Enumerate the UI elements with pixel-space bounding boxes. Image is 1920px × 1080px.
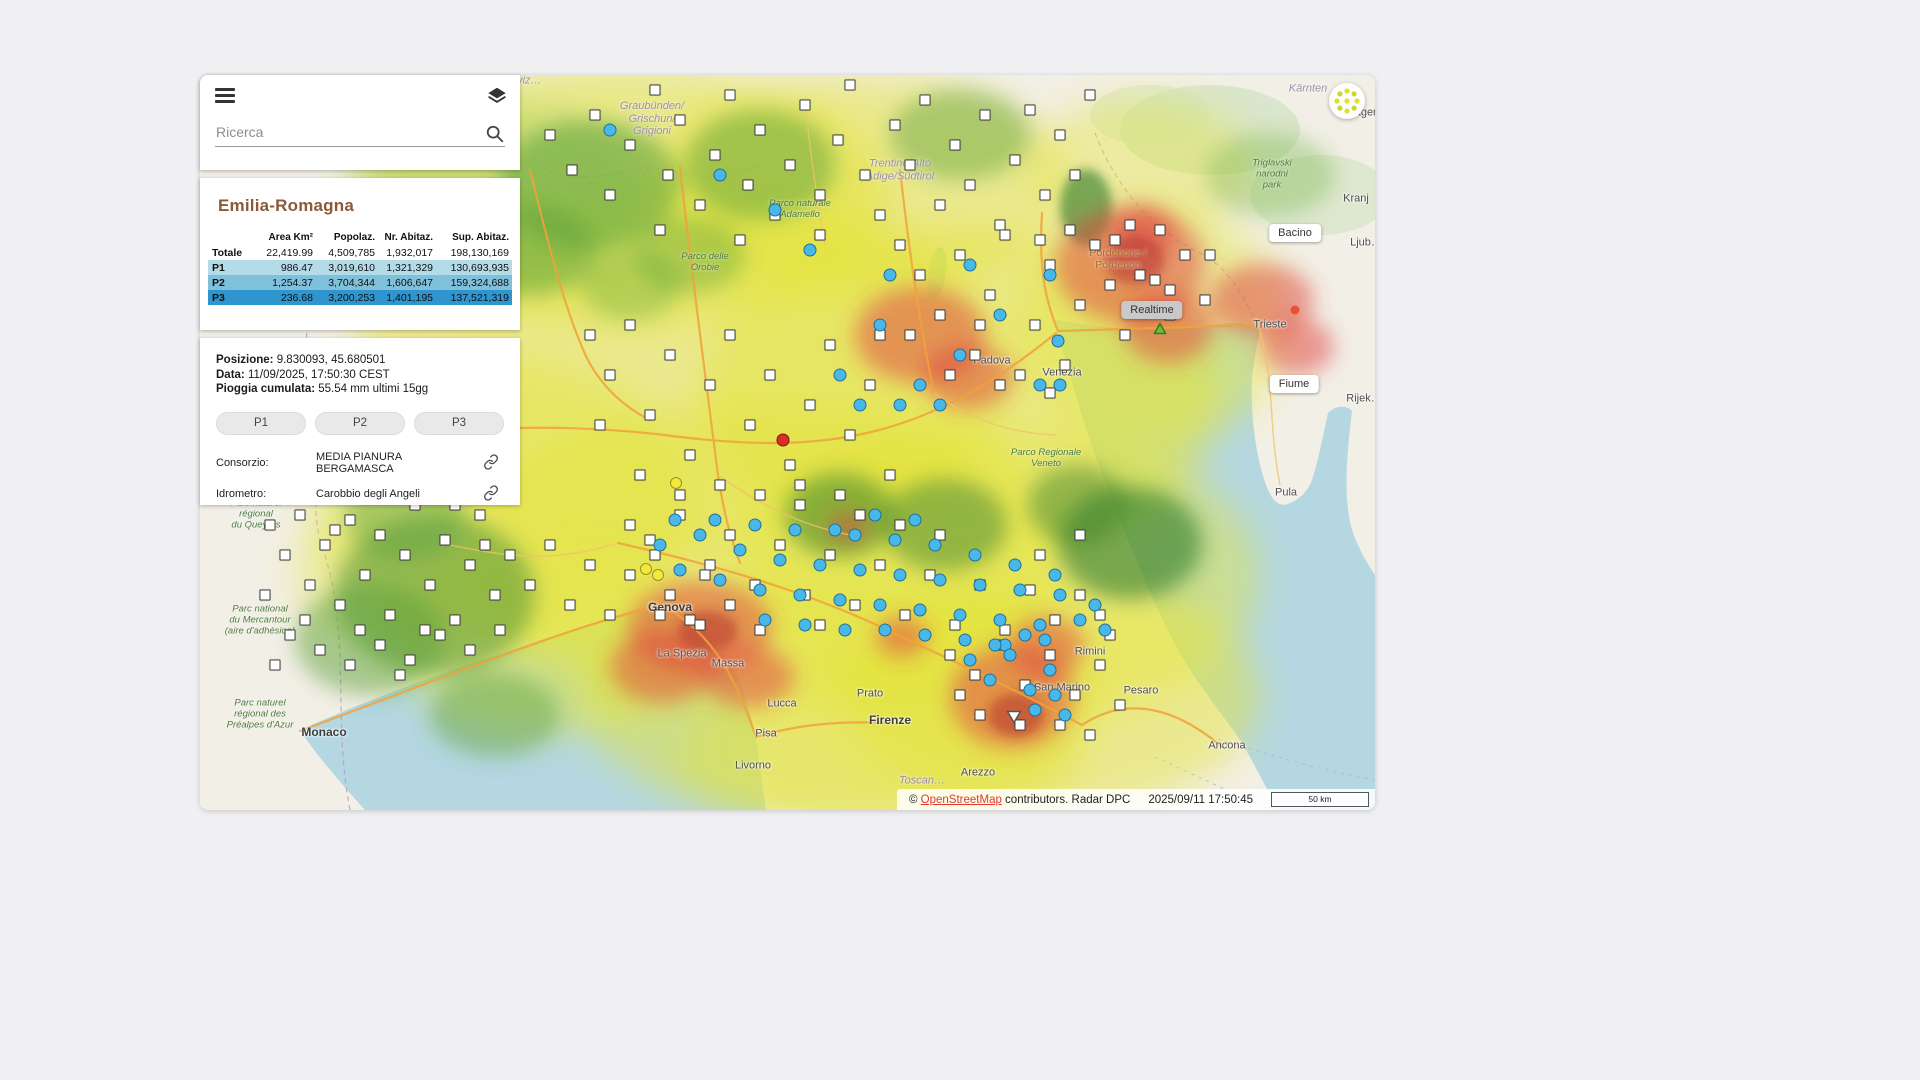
app-root: { "colors":{"p1_row":"#b3dbe8","p2_row":… [0, 0, 1920, 1080]
menu-button[interactable] [215, 88, 235, 104]
region-table-row: P3236.683,200,2531,401,195137,521,319 [208, 290, 512, 305]
position-line: Posizione: 9.830093, 45.680501 [216, 354, 504, 367]
radar-legend-button[interactable] [1329, 83, 1365, 119]
search-panel [200, 75, 520, 170]
map-chip-fiume[interactable]: Fiume [1270, 375, 1319, 393]
period-button-p1[interactable]: P1 [216, 412, 306, 435]
idrometro-label: Idrometro: [216, 488, 316, 500]
region-table-header: Area Km²Popolaz.Nr. Abitaz.Sup. Abitaz. [208, 230, 512, 245]
openstreetmap-link[interactable]: OpenStreetMap [921, 794, 1002, 806]
layers-button[interactable] [486, 85, 508, 107]
region-title: Emilia-Romagna [218, 196, 520, 216]
radar-dots-icon [1329, 83, 1365, 119]
map-chip-realtime[interactable]: Realtime [1121, 301, 1182, 319]
consorzio-link-icon[interactable] [482, 454, 500, 472]
region-table-row: P1986.473,019,6101,321,329130,693,935 [208, 260, 512, 275]
search-field [215, 121, 505, 147]
station-info-panel: Posizione: 9.830093, 45.680501 Data: 11/… [200, 338, 520, 505]
map-scale-bar: 50 km [1271, 792, 1369, 807]
region-panel: Emilia-Romagna Area Km²Popolaz.Nr. Abita… [200, 178, 520, 330]
period-button-p3[interactable]: P3 [414, 412, 504, 435]
rain-line: Pioggia cumulata: 55.54 mm ultimi 15gg [216, 383, 504, 396]
layers-icon [486, 85, 508, 107]
search-button[interactable] [485, 124, 505, 144]
region-table-row: P21,254.373,704,3441,606,647159,324,688 [208, 275, 512, 290]
consorzio-value: MEDIA PIANURA BERGAMASCA [316, 451, 482, 475]
consorzio-row: Consorzio: MEDIA PIANURA BERGAMASCA [216, 451, 504, 475]
idrometro-link-icon[interactable] [482, 485, 500, 503]
hamburger-icon [215, 88, 235, 91]
idrometro-row: Idrometro: Carobbio degli Angeli [216, 485, 504, 503]
region-table: Area Km²Popolaz.Nr. Abitaz.Sup. Abitaz. … [208, 230, 512, 305]
consorzio-label: Consorzio: [216, 457, 316, 469]
region-table-row: Totale22,419.994,509,7851,932,017198,130… [208, 245, 512, 260]
period-button-p2[interactable]: P2 [315, 412, 405, 435]
map-chip-bacino[interactable]: Bacino [1269, 224, 1321, 242]
date-line: Data: 11/09/2025, 17:50:30 CEST [216, 369, 504, 382]
search-icon [485, 124, 505, 144]
attribution-text: © OpenStreetMap contributors. Radar DPC [909, 794, 1130, 806]
period-buttons: P1 P2 P3 [216, 412, 504, 435]
idrometro-value: Carobbio degli Angeli [316, 488, 482, 500]
region-table-body: Totale22,419.994,509,7851,932,017198,130… [208, 245, 512, 305]
radar-timestamp: 2025/09/11 17:50:45 [1148, 794, 1253, 806]
search-input[interactable] [215, 121, 485, 146]
attribution-bar: © OpenStreetMap contributors. Radar DPC … [897, 789, 1375, 810]
